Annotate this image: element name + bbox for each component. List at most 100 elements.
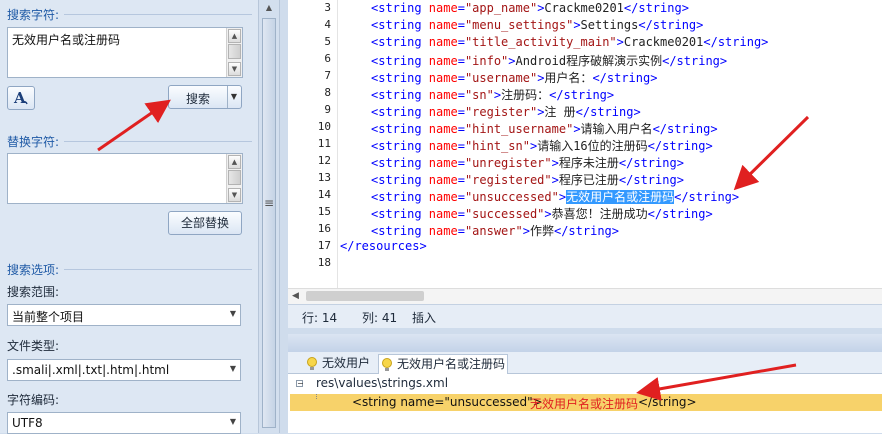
result-file-path[interactable]: res\values\strings.xml <box>316 376 448 390</box>
section-divider <box>64 14 252 15</box>
line-number: 14 <box>317 188 331 201</box>
tab-result-1[interactable]: 无效用户 <box>304 354 376 374</box>
chevron-down-icon[interactable]: ▼ <box>230 364 236 373</box>
replace-input[interactable]: ▲ ▼ <box>7 153 243 204</box>
string-value: 作弊 <box>529 224 554 238</box>
code-line[interactable]: <string name="unregister">程序未注册</string> <box>371 154 684 171</box>
column-indicator: 列: 41 <box>362 311 398 325</box>
line-number: 12 <box>317 154 331 167</box>
scroll-thumb[interactable] <box>228 170 241 185</box>
string-value: 程序已注册 <box>558 173 619 187</box>
code-line[interactable]: <string name="register">注 册</string> <box>371 103 641 120</box>
encoding-label: 字符编码: <box>7 393 60 407</box>
string-value: 请输入用户名 <box>580 122 653 136</box>
scroll-thumb[interactable] <box>262 18 276 428</box>
line-number: 3 <box>324 1 331 14</box>
insert-mode-indicator: 插入 <box>412 311 437 325</box>
search-input[interactable]: 无效用户名或注册码 ▲ ▼ <box>7 27 243 78</box>
encoding-value: UTF8 <box>12 416 43 430</box>
tree-connector <box>316 394 318 399</box>
scroll-up-icon[interactable]: ▲ <box>228 29 241 43</box>
line-number: 16 <box>317 222 331 235</box>
line-number: 4 <box>324 18 331 31</box>
filetype-select[interactable]: .smali|.xml|.txt|.htm|.html ▼ <box>7 359 241 381</box>
code-line[interactable]: <string name="sn">注册码：</string> <box>371 86 614 103</box>
line-number: 9 <box>324 103 331 116</box>
code-line[interactable]: <string name="app_name">Crackme0201</str… <box>371 1 689 15</box>
scroll-down-icon[interactable]: ▼ <box>228 62 241 76</box>
line-gutter: 3 4 5 6 7 8 9 10 11 12 13 14 15 16 17 18 <box>288 0 338 288</box>
tab-label: 无效用户名或注册码 <box>397 357 506 371</box>
line-number: 8 <box>324 86 331 99</box>
scroll-up-icon[interactable]: ▲ <box>262 0 276 16</box>
code-editor[interactable]: 3 4 5 6 7 8 9 10 11 12 13 14 15 16 17 18 <string name="… <box>288 0 882 288</box>
line-number: 7 <box>324 69 331 82</box>
string-value: 恭喜您！注册成功 <box>551 207 648 221</box>
section-divider <box>64 141 252 142</box>
scroll-left-icon[interactable]: ◀ <box>292 291 299 301</box>
code-line[interactable]: <string name="title_activity_main">Crack… <box>371 35 768 49</box>
row-indicator: 行: 14 <box>302 311 338 325</box>
line-number: 10 <box>317 120 331 133</box>
svg-text:A: A <box>13 89 26 107</box>
chevron-down-icon[interactable]: ▼ <box>230 417 236 426</box>
code-line[interactable]: <string name="registered">程序已注册</string> <box>371 171 684 188</box>
font-style-button[interactable]: A <box>7 86 35 110</box>
string-value: Crackme0201 <box>544 1 624 15</box>
code-line[interactable]: <string name="info">Android程序破解演示实例</str… <box>371 52 727 69</box>
grip-icon[interactable]: ≡ <box>262 196 276 210</box>
string-value: 请输入16位的注册码 <box>537 139 648 153</box>
tab-label: 无效用户 <box>322 356 371 370</box>
match-text: 无效用户名或注册码 <box>530 397 639 411</box>
code-line[interactable]: </resources> <box>340 239 427 253</box>
line-number: 18 <box>317 256 331 269</box>
scope-select[interactable]: 当前整个项目 ▼ <box>7 304 241 326</box>
filetype-label: 文件类型: <box>7 339 60 353</box>
search-panel: 搜索字符: 无效用户名或注册码 ▲ ▼ A 搜索 ▼ 替换字符: ▲ ▼ 全部替… <box>0 0 258 434</box>
code-line[interactable]: <string name="unsuccessed">无效用户名或注册码</st… <box>371 188 739 205</box>
text-style-icon: A <box>13 89 28 107</box>
scope-label: 搜索范围: <box>7 285 60 299</box>
code-line[interactable]: <string name="successed">恭喜您！注册成功</strin… <box>371 205 713 222</box>
line-number: 5 <box>324 35 331 48</box>
scroll-thumb[interactable] <box>228 44 241 59</box>
chevron-down-icon[interactable]: ▼ <box>231 92 237 101</box>
results-header <box>288 334 882 352</box>
search-button[interactable]: 搜索 ▼ <box>168 85 242 109</box>
replace-input-scrollbar[interactable]: ▲ ▼ <box>226 154 242 203</box>
results-tree: − res\values\strings.xml <string name="u… <box>288 374 882 433</box>
search-section-label: 搜索字符: <box>7 8 60 22</box>
code-line[interactable]: <string name="answer">作弊</string> <box>371 222 619 239</box>
code-line[interactable]: <string name="hint_username">请输入用户名</str… <box>371 120 718 137</box>
scope-value: 当前整个项目 <box>12 310 85 324</box>
filetype-value: .smali|.xml|.txt|.htm|.html <box>12 363 170 377</box>
string-value: 程序未注册 <box>558 156 619 170</box>
section-divider <box>64 269 252 270</box>
string-value: 注册码： <box>501 88 550 102</box>
code-line[interactable]: <string name="username">用户名：</string> <box>371 69 657 86</box>
search-input-text: 无效用户名或注册码 <box>12 33 121 47</box>
code-line[interactable]: <string name="hint_sn">请输入16位的注册码</strin… <box>371 137 713 154</box>
code-line[interactable]: <string name="menu_settings">Settings</s… <box>371 18 703 32</box>
string-value: 注 册 <box>544 105 576 119</box>
split-divider <box>227 86 228 108</box>
replace-section-label: 替换字符: <box>7 135 60 149</box>
string-value: Android程序破解演示实例 <box>515 54 663 68</box>
status-bar: 行: 14 列: 41 插入 <box>288 304 882 328</box>
search-input-scrollbar[interactable]: ▲ ▼ <box>226 28 242 77</box>
encoding-select[interactable]: UTF8 ▼ <box>7 412 241 434</box>
options-section-label: 搜索选项: <box>7 263 60 277</box>
collapse-minus-icon[interactable]: − <box>296 380 304 388</box>
tab-result-2[interactable]: 无效用户名或注册码 <box>378 354 508 374</box>
replace-all-button[interactable]: 全部替换 <box>168 211 242 235</box>
match-prefix: <string name="unsuccessed"> <box>352 395 543 409</box>
panel-scrollbar[interactable]: ▲ ≡ <box>258 0 280 433</box>
bulb-icon <box>307 357 317 370</box>
scroll-thumb[interactable] <box>306 291 424 301</box>
editor-horizontal-scrollbar[interactable]: ◀ <box>288 288 882 304</box>
result-match-row[interactable]: <string name="unsuccessed"> 无效用户名或注册码 </… <box>290 394 882 411</box>
selected-string-value: 无效用户名或注册码 <box>566 190 675 204</box>
scroll-up-icon[interactable]: ▲ <box>228 155 241 169</box>
scroll-down-icon[interactable]: ▼ <box>228 188 241 202</box>
chevron-down-icon[interactable]: ▼ <box>230 309 236 318</box>
